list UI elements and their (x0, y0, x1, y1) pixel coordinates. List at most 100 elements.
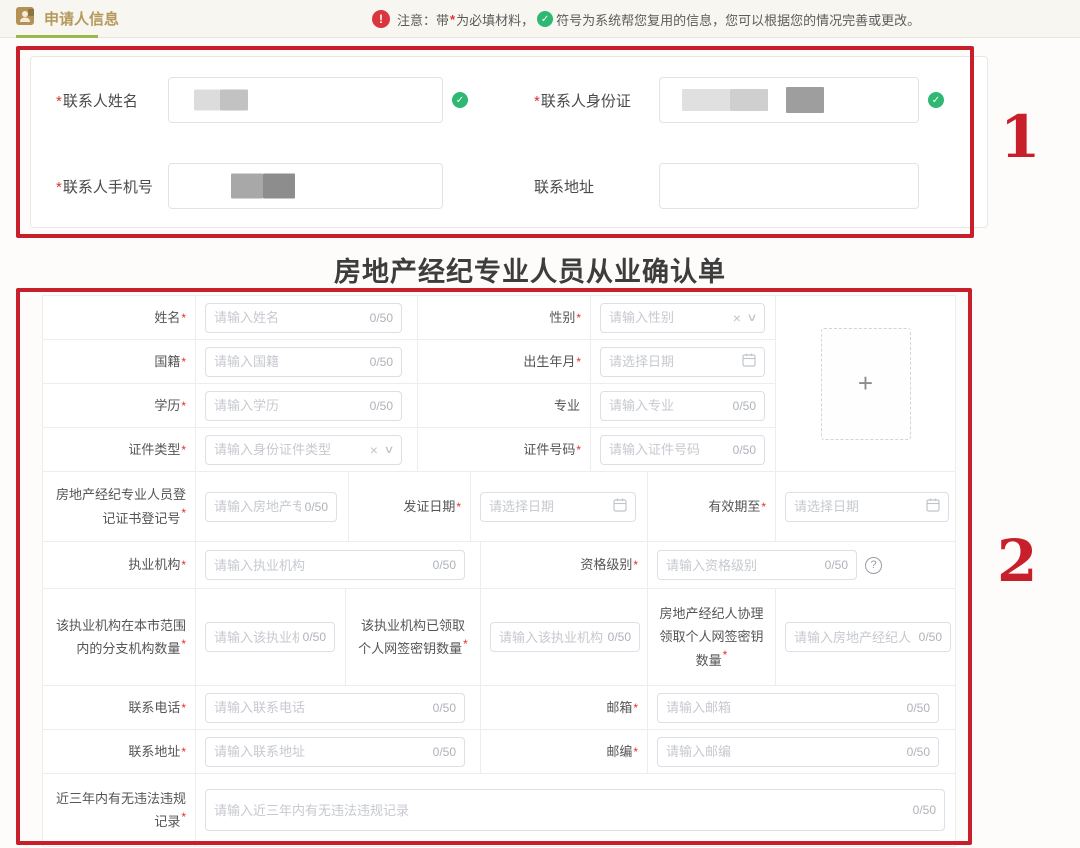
name-label: 姓名* (43, 296, 196, 340)
char-counter: 0/50 (433, 745, 456, 759)
email-cell: 0/50 (648, 686, 956, 730)
id-type-label: 证件类型* (43, 428, 196, 472)
field-contact-id: *联系人身份证 ✓ (476, 77, 944, 123)
phone-input[interactable] (214, 700, 429, 715)
alert-icon: ! (372, 10, 390, 28)
id-number-label: 证件号码* (418, 428, 591, 472)
redacted-value (786, 87, 824, 113)
photo-upload-button[interactable]: + (821, 328, 911, 440)
contact-name-label: *联系人姓名 (56, 90, 168, 111)
calendar-icon[interactable] (742, 353, 756, 370)
branch-count-input[interactable] (214, 630, 299, 645)
redacted-value (220, 90, 248, 111)
redacted-value (231, 174, 263, 199)
annotation-number-1: 1 (1000, 108, 1040, 166)
char-counter: 0/50 (303, 630, 326, 644)
nationality-label: 国籍* (43, 340, 196, 384)
applicant-info-card: *联系人姓名 ✓ *联系人身份证 ✓ *联系人手机号 (30, 56, 988, 228)
branch-count-cell: 0/50 (196, 589, 346, 686)
calendar-icon[interactable] (926, 498, 940, 515)
field-contact-name: *联系人姓名 ✓ (31, 77, 476, 123)
chevron-down-icon[interactable]: ∨ (746, 311, 757, 324)
check-icon: ✓ (928, 92, 944, 108)
postcode-input[interactable] (666, 744, 903, 759)
redacted-value (194, 90, 220, 111)
char-counter: 0/50 (370, 399, 393, 413)
qualification-cell: 0/50 ? (648, 542, 956, 589)
agency-cell: 0/50 (196, 542, 481, 589)
major-cell: 0/50 (591, 384, 776, 428)
qualification-input[interactable] (666, 558, 821, 573)
violation-record-input[interactable] (214, 803, 909, 818)
assistant-keys-input[interactable] (794, 630, 915, 645)
email-input[interactable] (666, 700, 903, 715)
redacted-value (682, 89, 730, 111)
birth-cell (591, 340, 776, 384)
applicant-icon (16, 6, 36, 31)
address-input[interactable] (214, 744, 429, 759)
violation-record-cell: 0/50 (196, 774, 956, 847)
gender-label: 性别* (418, 296, 591, 340)
char-counter: 0/50 (433, 701, 456, 715)
education-input[interactable] (214, 398, 366, 413)
char-counter: 0/50 (913, 803, 936, 817)
char-counter: 0/50 (433, 558, 456, 572)
birth-date-input[interactable] (609, 354, 736, 369)
field-contact-phone: *联系人手机号 (31, 163, 476, 209)
major-input[interactable] (609, 398, 729, 413)
branch-count-label: 该执业机构在本市范围内的分支机构数量* (43, 589, 196, 686)
clear-icon[interactable]: × (733, 310, 741, 326)
clear-icon[interactable]: × (370, 442, 378, 458)
agency-keys-label: 该执业机构已领取个人网签密钥数量* (346, 589, 481, 686)
redacted-value (263, 174, 295, 199)
phone-label: 联系电话* (43, 686, 196, 730)
char-counter: 0/50 (370, 311, 393, 325)
phone-cell: 0/50 (196, 686, 481, 730)
tab-active-underline (16, 35, 98, 38)
id-type-cell: × ∨ (196, 428, 418, 472)
id-number-cell: 0/50 (591, 428, 776, 472)
reg-number-label: 房地产经纪专业人员登记证书登记号* (43, 472, 196, 542)
gender-select[interactable] (609, 310, 727, 325)
top-bar: 申请人信息 ! 注意：带*为必填材料， ✓ 符号为系统帮您复用的信息，您可以根据… (0, 0, 1080, 38)
address-cell: 0/50 (196, 730, 481, 774)
agency-input[interactable] (214, 558, 429, 573)
field-contact-address: 联系地址 (476, 163, 919, 209)
help-icon[interactable]: ? (865, 557, 882, 574)
char-counter: 0/50 (907, 701, 930, 715)
form-title: 房地产经纪专业人员从业确认单 (0, 250, 1060, 289)
email-label: 邮箱* (481, 686, 648, 730)
valid-until-input[interactable] (794, 499, 920, 514)
nationality-input[interactable] (214, 354, 366, 369)
name-input[interactable] (214, 310, 366, 325)
issue-date-label: 发证日期* (349, 472, 471, 542)
applicant-info-tab[interactable]: 申请人信息 (16, 6, 119, 31)
confirmation-form-table: 姓名* 0/50 性别* × ∨ (42, 295, 956, 847)
reg-number-input[interactable] (214, 499, 301, 514)
contact-id-label: *联系人身份证 (534, 90, 659, 111)
valid-until-cell (776, 472, 956, 542)
nationality-cell: 0/50 (196, 340, 418, 384)
birth-label: 出生年月* (418, 340, 591, 384)
issue-date-input[interactable] (489, 499, 607, 514)
chevron-down-icon[interactable]: ∨ (383, 443, 394, 456)
contact-address-input[interactable] (659, 163, 919, 209)
plus-icon: + (858, 368, 873, 399)
valid-until-label: 有效期至* (648, 472, 776, 542)
calendar-icon[interactable] (613, 498, 627, 515)
name-cell: 0/50 (196, 296, 418, 340)
agency-keys-input[interactable] (499, 630, 604, 645)
id-number-input[interactable] (609, 442, 729, 457)
required-star: * (450, 12, 455, 27)
education-label: 学历* (43, 384, 196, 428)
char-counter: 0/50 (608, 630, 631, 644)
section-title: 申请人信息 (44, 8, 119, 29)
id-type-select[interactable] (214, 442, 364, 457)
contact-phone-input[interactable] (168, 163, 443, 209)
contact-id-input[interactable] (659, 77, 919, 123)
postcode-label: 邮编* (481, 730, 648, 774)
contact-name-input[interactable] (168, 77, 443, 123)
check-icon: ✓ (452, 92, 468, 108)
char-counter: 0/50 (907, 745, 930, 759)
agency-label: 执业机构* (43, 542, 196, 589)
